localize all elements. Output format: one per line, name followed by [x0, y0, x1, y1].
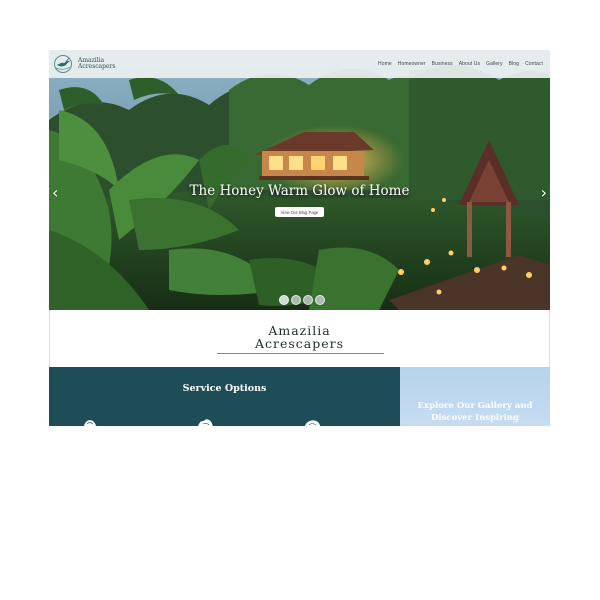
gallery-promo-text: Explore Our Gallery and Discover Inspiri…	[400, 400, 550, 424]
service-options-panel: Service Options	[49, 367, 400, 426]
hero-title: The Honey Warm Glow of Home	[189, 183, 410, 199]
slide-dot-4[interactable]	[315, 295, 325, 305]
prev-slide-arrow-icon[interactable]: ‹	[52, 183, 58, 202]
nav-about-us[interactable]: About Us	[459, 61, 480, 67]
browser-viewport: The Honey Warm Glow of Home View Our Blo…	[49, 50, 550, 426]
slider-pagination	[279, 295, 325, 305]
hero-image	[49, 50, 550, 310]
brand-divider	[217, 353, 384, 354]
slide-dot-3[interactable]	[303, 295, 313, 305]
nav-home[interactable]: Home	[378, 61, 392, 67]
nav-contact[interactable]: Contact	[525, 61, 543, 67]
gallery-promo-line2: Discover Inspiring	[431, 413, 519, 423]
nav-gallery[interactable]: Gallery	[486, 61, 503, 67]
logo-text: Amazilia Acrescapers	[78, 57, 116, 71]
main-nav: Home Homeowner Business About Us Gallery…	[378, 61, 543, 67]
view-blog-button[interactable]: View Our Blog Page	[275, 207, 324, 217]
nav-business[interactable]: Business	[432, 61, 453, 67]
slide-dot-2[interactable]	[291, 295, 301, 305]
hummingbird-logo-icon	[54, 55, 72, 73]
slide-dot-1[interactable]	[279, 295, 289, 305]
gallery-promo-panel[interactable]: Explore Our Gallery and Discover Inspiri…	[400, 367, 550, 426]
brand-title: Amazilia Acrescapers	[50, 324, 549, 350]
hero-slider: The Honey Warm Glow of Home View Our Blo…	[49, 50, 550, 310]
flower-icon[interactable]	[81, 418, 99, 426]
site-logo[interactable]: Amazilia Acrescapers	[53, 54, 115, 74]
next-slide-arrow-icon[interactable]: ›	[541, 183, 547, 202]
logo-text-line2: Acrescapers	[78, 63, 116, 70]
service-options-title: Service Options	[182, 383, 267, 394]
nav-blog[interactable]: Blog	[509, 61, 519, 67]
site-header: Amazilia Acrescapers Home Homeowner Busi…	[49, 50, 550, 78]
flower-icon[interactable]	[302, 418, 322, 426]
flower-icon[interactable]	[195, 418, 215, 426]
gallery-promo-line1: Explore Our Gallery and	[417, 401, 533, 411]
brand-section: Amazilia Acrescapers	[49, 310, 550, 367]
brand-title-line2: Acrescapers	[254, 336, 345, 351]
nav-homeowner[interactable]: Homeowner	[398, 61, 426, 67]
